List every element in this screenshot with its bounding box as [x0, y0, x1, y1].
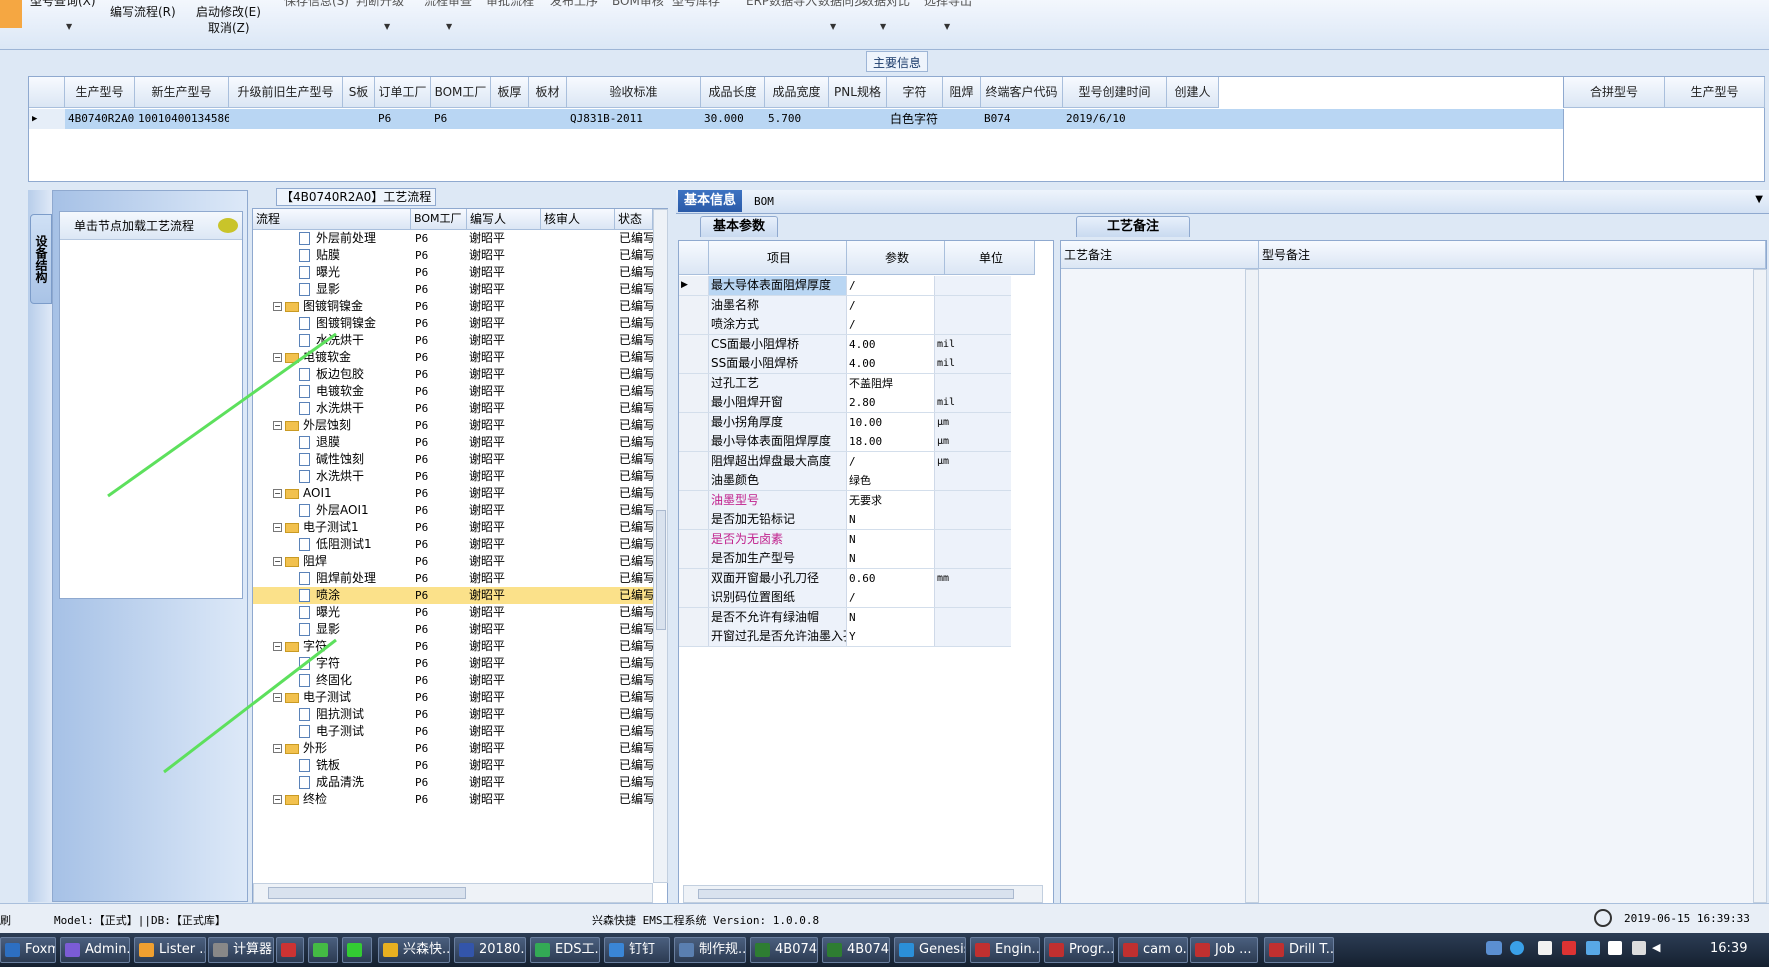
annotation-arrows — [107, 332, 337, 774]
annotation-arrow — [163, 638, 337, 774]
annotation-arrow — [107, 332, 337, 498]
